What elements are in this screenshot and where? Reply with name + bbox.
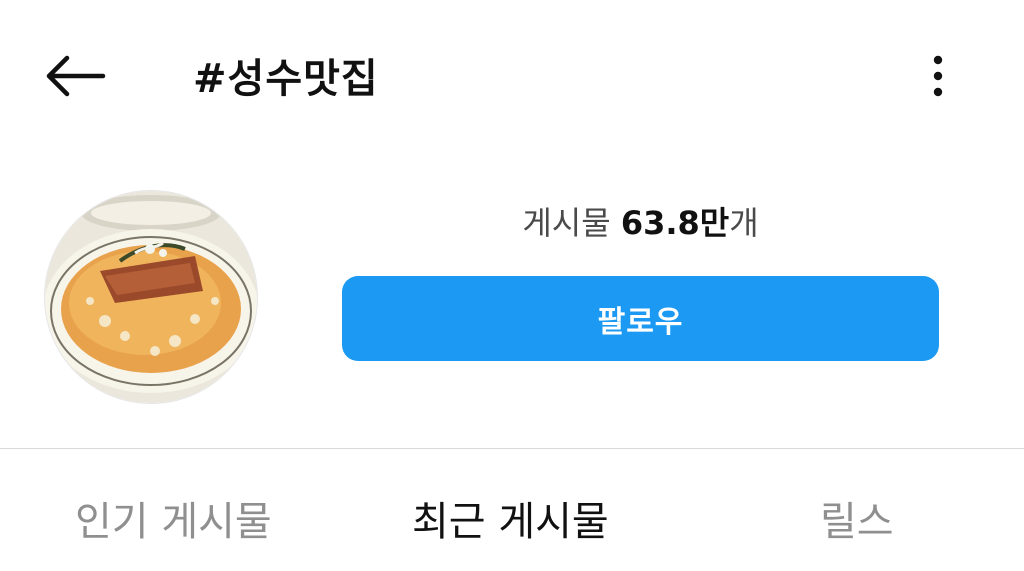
arrow-left-icon [46,55,106,97]
post-count-value: 63.8만 [620,204,730,242]
avatar-food-image [45,191,257,403]
follow-button-label: 팔로우 [597,304,684,340]
more-options-button[interactable] [918,50,958,102]
page-title: #성수맛집 [193,56,379,102]
hashtag-avatar[interactable] [44,190,258,404]
tab-top-posts[interactable]: 인기 게시물 [75,489,272,547]
post-count: 게시물 63.8만개 [342,198,939,244]
post-count-label: 게시물 [522,204,611,242]
post-count-unit: 개 [729,204,759,242]
tab-recent-posts[interactable]: 최근 게시물 [412,489,609,547]
tab-bar: 인기 게시물 최근 게시물 릴스 [0,449,1024,571]
top-bar: #성수맛집 [0,0,1024,150]
back-button[interactable] [40,50,110,102]
more-vertical-icon [933,55,943,97]
tab-reels[interactable]: 릴스 [820,489,894,547]
follow-button[interactable]: 팔로우 [342,276,939,361]
